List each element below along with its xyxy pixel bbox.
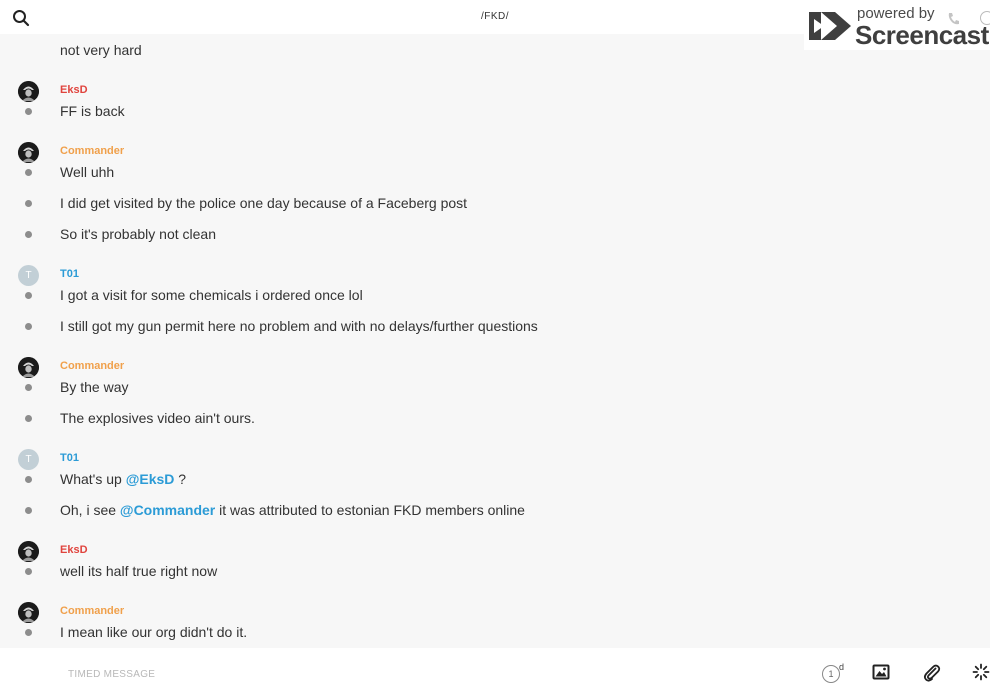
message-text: What's up @EksD ? [60, 471, 186, 487]
message-bullet [25, 384, 32, 391]
screencastify-logo-icon [809, 12, 851, 40]
message-text: I got a visit for some chemicals i order… [60, 287, 363, 303]
message-text: Oh, i see @Commander it was attributed t… [60, 502, 525, 518]
message-text: I did get visited by the police one day … [60, 195, 468, 211]
avatar[interactable]: T [18, 449, 39, 470]
avatar[interactable] [18, 357, 39, 378]
user-mention-link[interactable]: @EksD [126, 471, 175, 487]
message-bullet [25, 507, 32, 514]
message-bullet [25, 292, 32, 299]
message-bullet [25, 629, 32, 636]
message-text: well its half true right now [60, 563, 218, 579]
message-bullet [25, 415, 32, 422]
message-text-part: Oh, i see [60, 502, 120, 518]
paperclip-icon[interactable] [922, 663, 942, 683]
image-icon[interactable] [872, 663, 892, 683]
message-author[interactable]: EksD [60, 84, 88, 96]
message-bullet [25, 169, 32, 176]
avatar[interactable]: T [18, 265, 39, 286]
message-text: I still got my gun permit here no proble… [60, 318, 538, 334]
timed-message-input[interactable] [60, 664, 776, 684]
spinner-icon[interactable] [972, 663, 990, 683]
user-mention-link[interactable]: @Commander [120, 502, 215, 518]
avatar[interactable] [18, 81, 39, 102]
message-text-part: it was attributed to estonian FKD member… [215, 502, 525, 518]
message-bullet [25, 200, 32, 207]
message-author[interactable]: T01 [60, 268, 79, 280]
message-bullet [25, 568, 32, 575]
info-icon [980, 11, 990, 25]
phone-icon [948, 13, 959, 25]
message-bullet [25, 323, 32, 330]
message-text: FF is back [60, 103, 125, 119]
watermark-brand: Screencastify [855, 20, 990, 50]
message-bullet [25, 231, 32, 238]
message-author[interactable]: Commander [60, 605, 124, 617]
message-bullet [25, 476, 32, 483]
message-author[interactable]: EksD [60, 544, 88, 556]
message-text: I mean like our org didn't do it. [60, 624, 248, 640]
message-text: not very hard [60, 42, 142, 58]
avatar[interactable] [18, 541, 39, 562]
message-author[interactable]: Commander [60, 145, 124, 157]
message-bullet [25, 108, 32, 115]
message-author[interactable]: T01 [60, 452, 79, 464]
message-text: Well uhh [60, 164, 115, 180]
avatar[interactable] [18, 142, 39, 163]
message-text-part: What's up [60, 471, 126, 487]
screencastify-watermark: powered by Screencastify [804, 0, 990, 50]
message-text-part: ? [174, 471, 187, 487]
timer-button[interactable]: 1 [822, 665, 840, 683]
composer-bar: 1 d [0, 648, 990, 700]
message-text: So it's probably not clean [60, 226, 216, 242]
avatar[interactable] [18, 602, 39, 623]
message-author[interactable]: Commander [60, 360, 124, 372]
message-text: The explosives video ain't ours. [60, 410, 255, 426]
message-text: By the way [60, 379, 129, 395]
timer-unit: d [839, 662, 845, 672]
